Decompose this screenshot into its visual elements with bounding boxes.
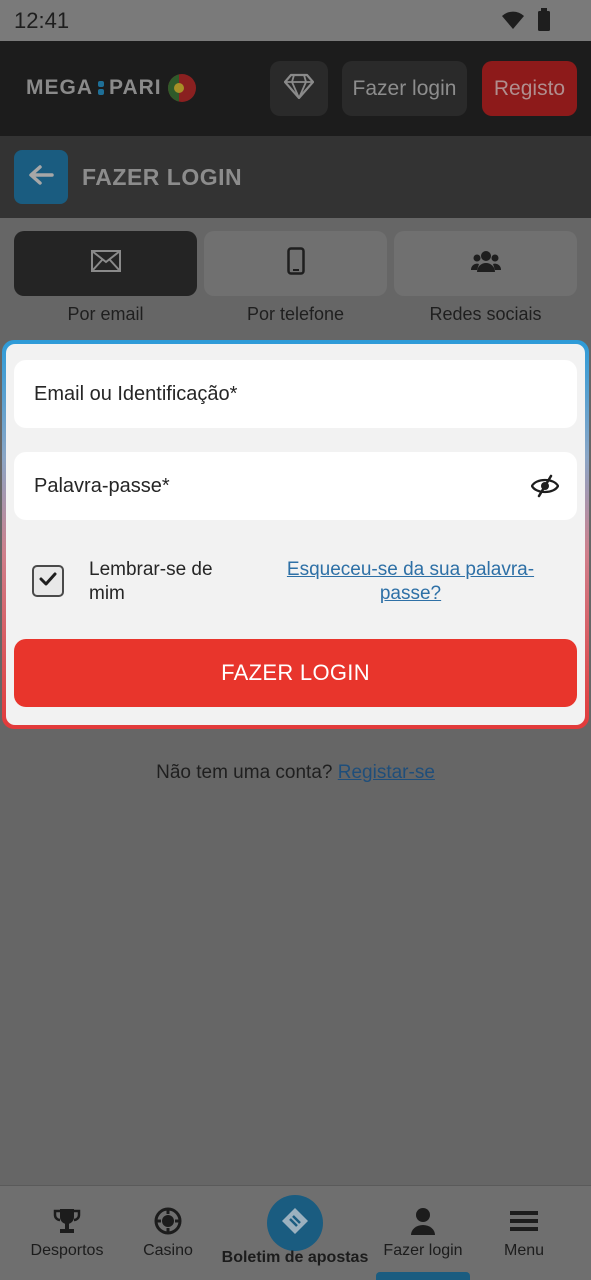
register-link[interactable]: Registar-se [338, 762, 435, 783]
logo[interactable]: MEGA PARI [26, 74, 196, 102]
signup-prompt: Não tem uma conta? Registar-se [0, 762, 591, 784]
nav-item-casino[interactable]: Casino [128, 1186, 208, 1280]
remember-me-label[interactable]: Lembrar-se de mim [89, 558, 239, 606]
login-submit-button[interactable]: FAZER LOGIN [14, 639, 577, 707]
wifi-icon [501, 10, 525, 35]
eye-slash-icon[interactable] [530, 474, 560, 503]
back-button[interactable] [14, 150, 68, 204]
page-title: FAZER LOGIN [82, 164, 243, 190]
portugal-flag-icon [167, 74, 196, 102]
nav-label-bet-slip[interactable]: Boletim de apostas [210, 1249, 380, 1267]
tab-email[interactable] [14, 231, 197, 296]
status-bar: 12:41 [0, 0, 591, 41]
phone-icon [286, 247, 305, 280]
status-time: 12:41 [14, 8, 70, 33]
remember-me-checkbox[interactable] [32, 565, 64, 597]
nav-label-sports: Desportos [30, 1242, 104, 1259]
casino-chip-icon [154, 1206, 182, 1236]
tab-social-label: Redes sociais [429, 304, 542, 324]
trophy-icon [53, 1206, 81, 1236]
password-field[interactable]: Palavra-passe* [14, 452, 577, 520]
header-register-button[interactable]: Registo [482, 61, 577, 116]
page-subheader: FAZER LOGIN [0, 136, 591, 218]
hamburger-icon [510, 1206, 538, 1236]
nav-item-login[interactable]: Fazer login [373, 1186, 473, 1280]
vip-button[interactable] [270, 61, 328, 116]
signup-prompt-text: Não tem uma conta? [156, 762, 333, 783]
bet-slip-button[interactable] [267, 1195, 323, 1251]
active-nav-indicator [376, 1272, 470, 1280]
tab-social[interactable] [394, 231, 577, 296]
nav-label-casino: Casino [143, 1242, 193, 1259]
password-field-placeholder: Palavra-passe* [34, 475, 170, 497]
status-icons [501, 8, 551, 37]
logo-text-right: PARI [109, 76, 162, 99]
logo-text-left: MEGA [26, 76, 93, 99]
app-header: MEGA PARI Fazer login Registo [0, 41, 591, 136]
envelope-icon [90, 250, 121, 277]
nav-label-menu: Menu [503, 1242, 545, 1259]
tab-phone-label: Por telefone [246, 304, 345, 324]
tab-email-label: Por email [67, 304, 144, 324]
logo-separator [98, 80, 104, 96]
login-form: Email ou Identificação* Palavra-passe* L… [6, 344, 585, 725]
email-field-placeholder: Email ou Identificação* [34, 383, 238, 405]
tab-phone[interactable] [204, 231, 387, 296]
battery-icon [537, 8, 551, 37]
user-icon [410, 1206, 436, 1236]
nav-item-sports[interactable]: Desportos [17, 1186, 117, 1280]
arrow-left-icon [28, 164, 54, 191]
ticket-icon [280, 1206, 310, 1241]
header-login-button[interactable]: Fazer login [342, 61, 467, 116]
email-field[interactable]: Email ou Identificação* [14, 360, 577, 428]
forgot-password-link[interactable]: Esqueceu-se da sua palavra-passe? [268, 558, 553, 606]
nav-item-menu[interactable]: Menu [484, 1186, 564, 1280]
diamond-icon [283, 73, 315, 105]
check-icon [39, 572, 57, 591]
nav-label-login: Fazer login [383, 1242, 463, 1259]
login-form-panel: Email ou Identificação* Palavra-passe* L… [2, 340, 589, 729]
users-icon [470, 249, 501, 278]
